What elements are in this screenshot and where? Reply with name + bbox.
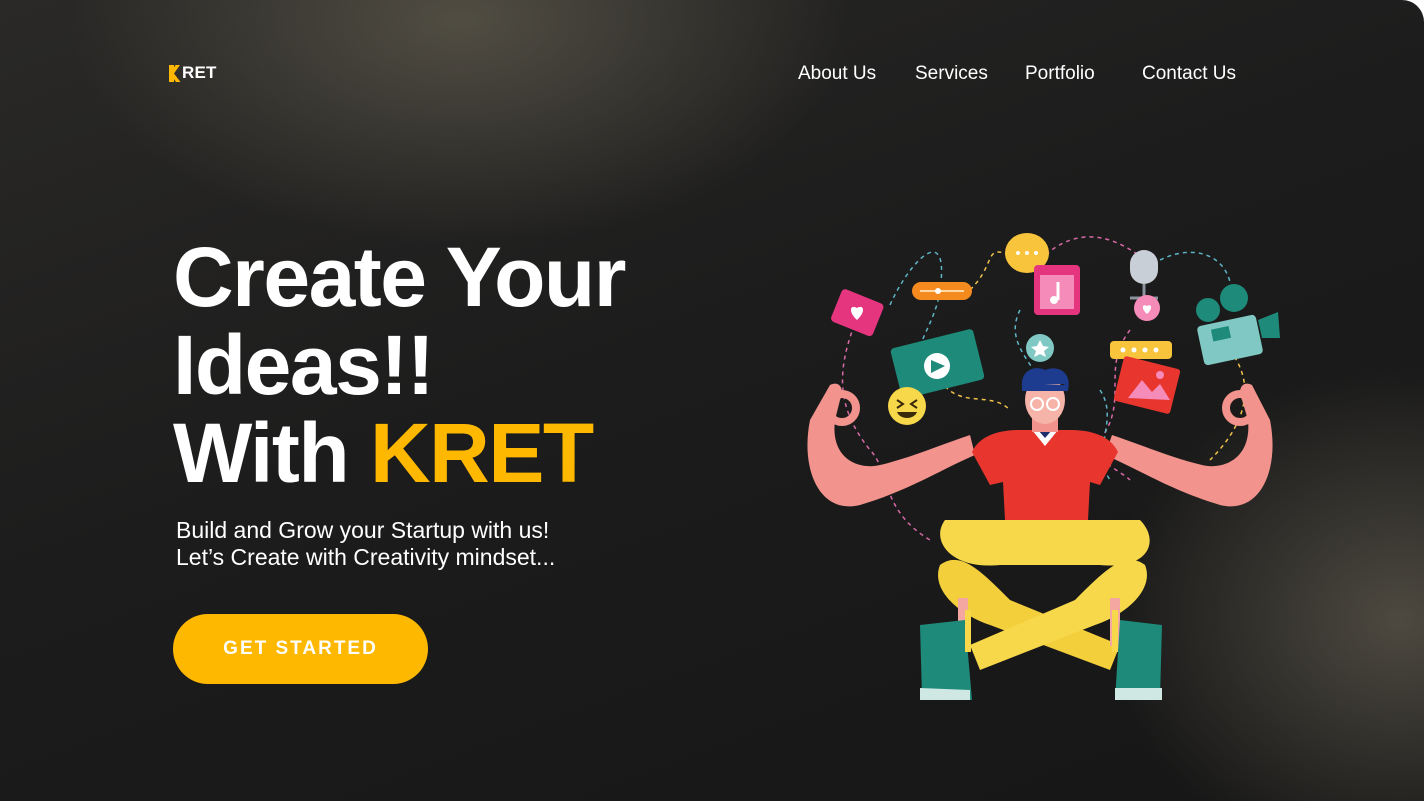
- laughing-emoji-icon: [888, 387, 926, 425]
- slider-icon: [912, 282, 972, 300]
- hero-headline: Create Your Ideas!! With KRET: [173, 230, 626, 497]
- headline-line-3: With KRET: [173, 409, 625, 497]
- nav-link-contact-us[interactable]: Contact Us: [1142, 62, 1236, 86]
- creative-person-illustration: [807, 233, 1280, 700]
- crossed-legs: [920, 520, 1162, 700]
- subtitle-line-1: Build and Grow your Startup with us!: [176, 517, 550, 543]
- heart-badge-icon: [1134, 295, 1160, 321]
- heart-message-icon: [831, 289, 884, 337]
- get-started-button[interactable]: GET STARTED: [173, 614, 428, 684]
- subtitle-line-2: Let’s Create with Creativity mindset...: [176, 544, 556, 570]
- microphone-icon: [1130, 250, 1158, 300]
- headline-brand: KRET: [370, 406, 594, 500]
- music-note-icon: [1034, 265, 1080, 315]
- headline-with: With: [173, 406, 371, 500]
- hero-subtitle: Build and Grow your Startup with us! Let…: [176, 517, 555, 571]
- torso: [972, 416, 1118, 520]
- nav-link-about-us[interactable]: About Us: [798, 62, 876, 86]
- nav-link-services[interactable]: Services: [915, 62, 988, 86]
- headline-line-1: Create Your: [173, 230, 626, 324]
- head: [1021, 368, 1069, 424]
- headline-line-2: Ideas!!: [173, 318, 435, 412]
- image-icon: [1113, 356, 1181, 414]
- top-nav: About Us Services Portfolio Contact Us: [0, 62, 1424, 86]
- star-badge-icon: [1026, 334, 1054, 362]
- nav-link-portfolio[interactable]: Portfolio: [1025, 62, 1095, 86]
- landing-page: RET About Us Services Portfolio Contact …: [0, 0, 1424, 801]
- film-camera-icon: [1196, 284, 1280, 366]
- rating-stars-icon: [1110, 341, 1172, 359]
